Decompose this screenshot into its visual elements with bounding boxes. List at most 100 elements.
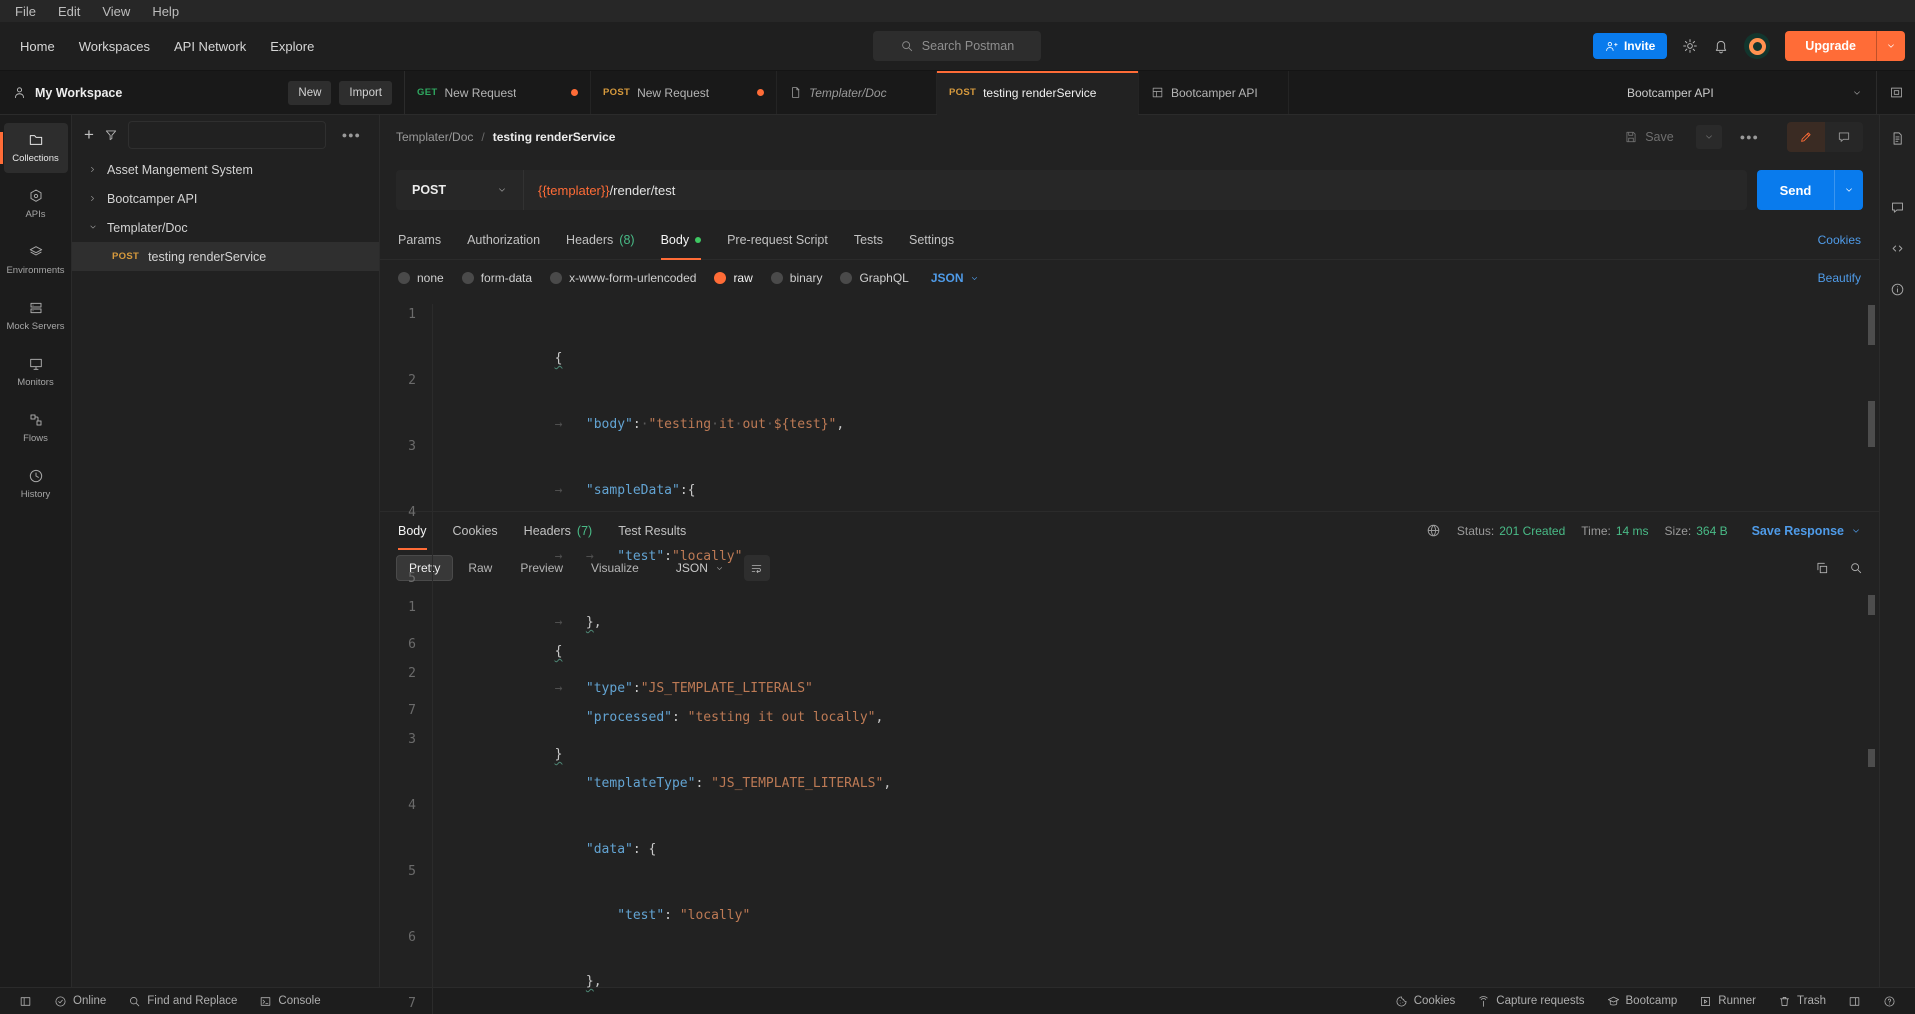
request-tab[interactable]: Tests [854, 221, 883, 259]
breadcrumb-parent[interactable]: Templater/Doc [396, 130, 473, 144]
save-button[interactable]: Save [1614, 125, 1684, 149]
body-mode-option[interactable]: GraphQL [840, 271, 908, 285]
request-tab[interactable]: Settings [909, 221, 954, 259]
response-tab[interactable]: Body [398, 512, 427, 549]
monitors-icon [28, 356, 44, 372]
code-snippet-icon[interactable] [1890, 241, 1905, 256]
scrollbar-mark[interactable] [1868, 305, 1875, 345]
request-body-editor[interactable]: 1 { 2 → "body":·"testing·it·out·${test}"… [380, 296, 1879, 511]
request-tab-label: Body [661, 233, 690, 247]
response-body-viewer[interactable]: 1 { 2 "processed": "testing it out local… [380, 587, 1879, 1014]
scrollbar-mark[interactable] [1868, 401, 1875, 447]
environment-quick-look-icon[interactable] [1876, 71, 1915, 114]
request-tab[interactable]: Params [398, 221, 441, 259]
rail-item-history[interactable]: History [4, 459, 68, 509]
header-nav-item[interactable]: Workspaces [67, 33, 162, 60]
scrollbar-mark[interactable] [1868, 749, 1875, 767]
user-avatar[interactable] [1744, 33, 1770, 59]
scrollbar-mark[interactable] [1868, 595, 1875, 615]
body-mode-label: form-data [481, 271, 532, 285]
online-check-icon [54, 995, 67, 1008]
tree-item-testing-renderservice[interactable]: POST testing renderService [72, 242, 379, 271]
breadcrumb-current[interactable]: testing renderService [493, 130, 616, 144]
info-icon[interactable] [1890, 282, 1905, 297]
tree-item-bootcamper-api[interactable]: Bootcamper API [72, 184, 379, 213]
cookies-link[interactable]: Cookies [1818, 221, 1861, 259]
rail-item-collections[interactable]: Collections [4, 123, 68, 173]
body-mode-option[interactable]: none [398, 271, 444, 285]
header-nav-item[interactable]: Explore [258, 33, 326, 60]
status-online[interactable]: Online [45, 995, 115, 1008]
request-tab[interactable]: Authorization [467, 221, 540, 259]
edit-pencil-icon[interactable] [1787, 122, 1825, 152]
rail-item-monitors[interactable]: Monitors [4, 347, 68, 397]
menu-item[interactable]: Help [143, 3, 188, 20]
api-collection-icon [1151, 86, 1164, 99]
import-button[interactable]: Import [339, 81, 392, 105]
rail-item-flows[interactable]: Flows [4, 403, 68, 453]
status-find-and-replace[interactable]: Find and Replace [119, 995, 246, 1008]
code-token: → [555, 417, 586, 432]
sidebar-more-icon[interactable]: ●●● [336, 130, 367, 140]
menu-item[interactable]: File [6, 3, 45, 20]
menu-item[interactable]: View [93, 3, 139, 20]
tab-post-new-request[interactable]: POST New Request [591, 71, 777, 114]
code-token: : [695, 776, 711, 791]
beautify-link[interactable]: Beautify [1818, 271, 1861, 285]
sidebar-search-input[interactable] [128, 121, 326, 149]
new-button[interactable]: New [288, 81, 331, 105]
header-nav-item[interactable]: Home [8, 33, 67, 60]
rail-item-mock-servers[interactable]: Mock Servers [4, 291, 68, 341]
send-options-chevron-icon[interactable] [1834, 170, 1863, 210]
code-token: · [711, 417, 719, 432]
statusbar-item-label: Console [278, 995, 320, 1007]
comments-icon[interactable] [1890, 200, 1905, 215]
tab-get-new-request[interactable]: GET New Request [405, 71, 591, 114]
comment-icon[interactable] [1825, 122, 1863, 152]
body-mode-option[interactable]: binary [771, 271, 823, 285]
code-token: "locally" [672, 549, 742, 564]
header-nav-item[interactable]: API Network [162, 33, 258, 60]
code-line: 6 }, [380, 927, 1879, 993]
response-tab[interactable]: Headers (7) [524, 512, 593, 549]
request-tab[interactable]: Pre-request Script [727, 221, 828, 259]
body-mode-option[interactable]: form-data [462, 271, 532, 285]
filter-funnel-icon[interactable] [104, 128, 118, 142]
upgrade-chevron-icon[interactable] [1876, 31, 1905, 61]
invite-button[interactable]: Invite [1593, 33, 1667, 59]
tab-testing-renderservice[interactable]: POST testing renderService [937, 71, 1139, 114]
panel-toggle-icon[interactable] [10, 995, 41, 1008]
body-mode-option[interactable]: x-www-form-urlencoded [550, 271, 696, 285]
send-label[interactable]: Send [1757, 170, 1834, 210]
documentation-icon[interactable] [1890, 131, 1905, 146]
tab-bootcamper-api[interactable]: Bootcamper API [1139, 71, 1289, 114]
body-language-selector[interactable]: JSON [931, 271, 979, 285]
environment-selector[interactable]: Bootcamper API [1613, 71, 1876, 114]
menu-item[interactable]: Edit [49, 3, 89, 20]
workspace-title[interactable]: My Workspace [35, 86, 122, 100]
settings-gear-icon[interactable] [1682, 38, 1698, 54]
method-selector[interactable]: POST [396, 170, 524, 210]
response-tab[interactable]: Test Results [618, 512, 686, 549]
search-input[interactable]: Search Postman [873, 31, 1041, 61]
mock-servers-icon [28, 300, 44, 316]
status-console[interactable]: Console [250, 995, 329, 1008]
rail-item-environments[interactable]: Environments [4, 235, 68, 285]
tree-item-asset-mangement-system[interactable]: Asset Mangement System [72, 155, 379, 184]
rail-item-apis[interactable]: APIs [4, 179, 68, 229]
add-collection-icon[interactable]: + [84, 125, 94, 145]
url-row: POST {{templater}}/render/test Send [380, 159, 1879, 221]
tree-item-templater-doc[interactable]: Templater/Doc [72, 213, 379, 242]
tab-templater-doc[interactable]: Templater/Doc [777, 71, 937, 114]
code-line-content: { [432, 597, 570, 663]
upgrade-label[interactable]: Upgrade [1785, 31, 1876, 61]
request-more-icon[interactable]: ●●● [1734, 132, 1765, 142]
request-tab[interactable]: Body [661, 221, 702, 259]
save-options-chevron-icon[interactable] [1696, 125, 1722, 149]
url-input[interactable]: {{templater}}/render/test [524, 183, 689, 198]
body-mode-option[interactable]: raw [714, 271, 752, 285]
notifications-bell-icon[interactable] [1713, 38, 1729, 54]
tab-method-label: POST [949, 87, 976, 98]
request-tab[interactable]: Headers (8) [566, 221, 635, 259]
response-tab[interactable]: Cookies [453, 512, 498, 549]
